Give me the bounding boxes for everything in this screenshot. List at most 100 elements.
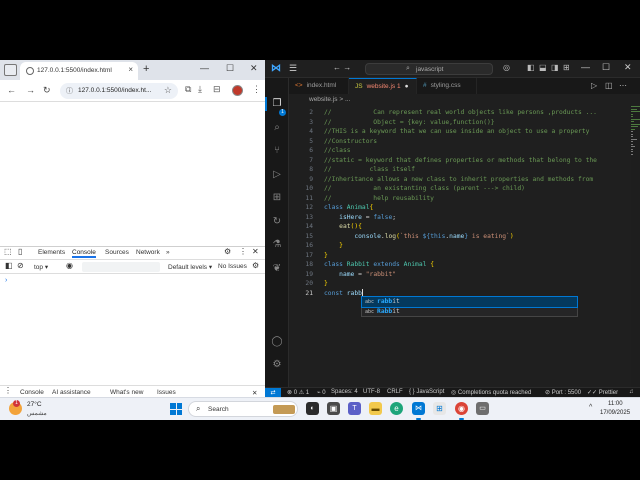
bookmark-star-icon[interactable]: ☆ [164,85,172,96]
code-line[interactable]: 2 // Can represent real world objects lik… [289,108,631,118]
edge-icon[interactable]: e [390,402,403,415]
clock-time[interactable]: 11:00 [608,401,623,407]
settings-gear-icon[interactable]: ⚙ [224,247,231,256]
more-actions-icon[interactable]: ⋯ [619,81,627,90]
mongodb-leaf-icon[interactable]: ❦ [271,263,283,275]
run-debug-icon[interactable]: ▷ [271,169,283,181]
live-expression-eye-icon[interactable]: ◉ [66,261,73,270]
chrome-icon[interactable]: ◉ [455,402,468,420]
ports-status[interactable]: ⌁ 0 [317,389,326,396]
code-line[interactable]: 14 eat(){ [289,222,631,232]
maximize-icon[interactable]: ☐ [226,63,234,74]
minimize-icon[interactable]: — [581,62,590,72]
clock-date[interactable]: 17/09/2025 [600,410,630,416]
eol-status[interactable]: CRLF [387,389,403,395]
suggestion-item[interactable]: abc rabbit [361,296,578,308]
more-tabs-icon[interactable]: » [166,249,170,256]
profile-avatar[interactable] [232,85,243,96]
media-icon[interactable]: ⊟ [213,84,221,95]
close-devtools-icon[interactable]: ✕ [252,247,259,256]
minimap[interactable] [631,106,640,166]
console-prompt-chevron[interactable]: › [5,277,7,284]
drawer-menu-icon[interactable]: ⋮ [4,386,12,395]
code-editor[interactable]: 2 // Can represent real world objects lik… [289,106,631,387]
copilot-icon[interactable]: ◎ [503,63,510,72]
code-line[interactable]: 4 //THIS is a keyword that we can use ins… [289,127,631,137]
new-tab-button[interactable]: + [143,63,149,75]
close-window-icon[interactable]: ✕ [250,63,258,74]
code-line[interactable]: 6 //class [289,146,631,156]
copilot-app-icon[interactable]: ◐ [306,402,319,415]
task-view-icon[interactable]: ▣ [327,402,340,415]
minimize-icon[interactable]: — [200,63,209,73]
inspect-icon[interactable]: ⬚ [4,247,12,256]
console-settings-icon[interactable]: ⚙ [252,261,259,270]
extensions-icon[interactable]: ⧉ [185,84,191,95]
tab-website-js[interactable]: JS website.js 1 ● [349,78,417,94]
suggestion-item[interactable]: abc Rabbit [362,307,577,317]
more-options-icon[interactable]: ⋮ [239,247,247,256]
split-editor-icon[interactable]: ◫ [605,81,613,90]
prettier-status[interactable]: ✓✓ Prettier [587,389,618,396]
close-drawer-icon[interactable]: ✕ [252,389,257,397]
breadcrumb[interactable]: website.js > ... [289,94,640,106]
code-line[interactable]: 8 // class itself [289,165,631,175]
forward-button[interactable]: → [26,85,35,95]
code-line[interactable]: 17} [289,251,631,261]
problems-status[interactable]: ⊗ 0 ⚠ 1 [287,389,309,396]
file-explorer-icon[interactable]: ▬ [369,402,382,415]
reload-button[interactable]: ↻ [43,85,51,96]
clear-console-icon[interactable]: ⊘ [17,261,24,270]
command-center-search[interactable]: ⌕ javascript [365,63,493,75]
nav-back-forward-icon[interactable]: ← → [333,63,351,72]
copilot-status[interactable]: ◎ Completions quota reached [451,389,531,396]
console-filter-input[interactable] [82,262,160,272]
code-line[interactable]: 7 //static = keyword that defines propert… [289,156,631,166]
testing-icon[interactable]: ⚗ [271,239,283,251]
address-bar[interactable]: ⓘ 127.0.0.1:5500/index.ht... ☆ [60,83,178,99]
maximize-icon[interactable]: ☐ [602,62,610,73]
tray-overflow-icon[interactable]: ^ [589,404,592,411]
code-line[interactable]: 15 console.log(`this ${this.name} is eat… [289,232,631,242]
notifications-bell-icon[interactable]: ♫ [629,389,634,395]
code-line[interactable]: 19 name = "rabbit" [289,270,631,280]
code-line[interactable]: 5 //Constructors [289,137,631,147]
menu-hamburger-icon[interactable]: ☰ [289,63,297,74]
taskbar-search[interactable]: ⌕ Search [188,401,298,417]
downloads-icon[interactable]: ⤓ [198,84,202,95]
toggle-secondary-sidebar-icon[interactable]: ◨ [551,63,559,72]
tab-index-html[interactable]: <> index.html [289,78,349,94]
vscode-taskbar-icon[interactable]: ⋈ [412,402,425,420]
tab-console[interactable]: Console [72,249,96,258]
drawer-tab-ai-assistance[interactable]: AI assistance [52,389,91,396]
teams-icon[interactable]: T [348,402,361,415]
extensions-icon[interactable]: ⊞ [271,192,283,204]
tab-styling-css[interactable]: # styling.css [417,78,477,94]
drawer-tab-whats-new[interactable]: What's new [110,389,143,396]
code-line[interactable]: 18 class Rabbit extends Animal { [289,260,631,270]
language-status[interactable]: { } JavaScript [409,389,444,395]
code-line[interactable]: 12 class Animal{ [289,203,631,213]
issues-counter[interactable]: No Issues [218,263,247,270]
toggle-sidebar-icon[interactable]: ◧ [527,63,535,72]
spaces-status[interactable]: Spaces: 4 [331,389,358,395]
drawer-tab-issues[interactable]: Issues [157,389,176,396]
code-line[interactable]: 13 isHere = false; [289,213,631,223]
encoding-status[interactable]: UTF-8 [363,389,380,395]
weather-temperature[interactable]: 27°C [27,401,42,408]
tab-network[interactable]: Network [136,249,160,256]
live-server-status[interactable]: ⊘ Port : 5500 [545,389,581,396]
browser-tab[interactable]: 127.0.0.1:5500/index.html × [20,62,138,80]
device-toolbar-icon[interactable]: ▯ [18,247,22,256]
drawer-tab-console[interactable]: Console [20,389,44,396]
open-preview-icon[interactable]: ▷ [591,81,597,90]
close-tab-icon[interactable]: × [128,65,133,74]
toggle-panel-icon[interactable]: ⬓ [539,63,547,72]
sidebar-toggle-icon[interactable]: ◧ [5,261,13,270]
tab-elements[interactable]: Elements [38,249,65,256]
source-control-icon[interactable]: ⑂ [271,145,283,157]
back-button[interactable]: ← [7,85,16,95]
tab-sources[interactable]: Sources [105,249,129,256]
search-icon[interactable]: ⌕ [271,122,283,134]
site-info-icon[interactable]: ⓘ [66,86,73,96]
